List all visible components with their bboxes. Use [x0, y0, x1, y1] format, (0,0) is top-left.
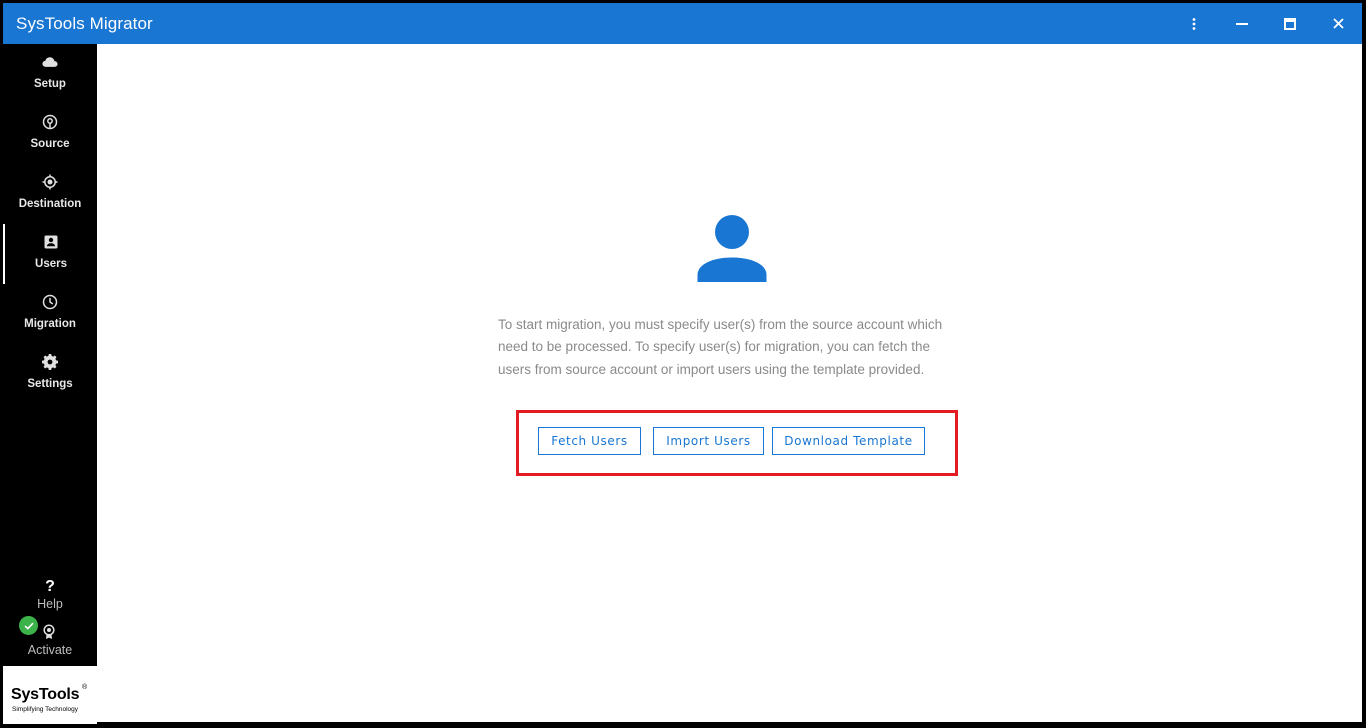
sidebar: Setup Source Destination Users Migration	[3, 44, 97, 724]
sidebar-item-users[interactable]: Users	[3, 224, 97, 284]
gear-icon	[42, 354, 58, 370]
help-label: Help	[37, 597, 63, 611]
maximize-button[interactable]	[1266, 3, 1314, 44]
users-icon	[43, 234, 59, 250]
download-template-button[interactable]: Download Template	[772, 427, 925, 455]
close-button[interactable]	[1314, 3, 1362, 44]
fetch-users-button[interactable]: Fetch Users	[538, 427, 641, 455]
sidebar-item-setup[interactable]: Setup	[3, 44, 97, 104]
maximize-icon	[1284, 17, 1296, 30]
sidebar-item-label: Migration	[24, 318, 76, 330]
main-content: To start migration, you must specify use…	[97, 44, 1362, 722]
app-title: SysTools Migrator	[16, 13, 153, 33]
help-icon: ?	[45, 578, 55, 595]
logo-brand: SysTools	[11, 686, 80, 703]
license-badge-icon	[42, 624, 56, 640]
sidebar-item-settings[interactable]: Settings	[3, 344, 97, 404]
sidebar-item-label: Settings	[27, 378, 73, 390]
import-users-button[interactable]: Import Users	[653, 427, 764, 455]
title-bar: SysTools Migrator	[3, 3, 1362, 44]
user-icon	[697, 215, 767, 282]
help-button[interactable]: ? Help	[3, 578, 97, 612]
clock-icon	[42, 294, 58, 310]
cloud-icon	[42, 54, 58, 70]
activate-label: Activate	[27, 643, 73, 657]
sidebar-item-destination[interactable]: Destination	[3, 164, 97, 224]
more-vert-icon	[1192, 17, 1196, 30]
activate-button[interactable]: Activate	[3, 616, 97, 661]
systools-logo: SysTools ® Simplifying Technology	[3, 666, 97, 724]
sidebar-item-source[interactable]: Source	[3, 104, 97, 164]
sidebar-item-label: Users	[35, 258, 67, 270]
source-icon	[42, 114, 58, 130]
app-window: SysTools Migrator Setup Source Destinati…	[0, 0, 1366, 728]
minimize-button[interactable]	[1218, 3, 1266, 44]
logo-registered-mark: ®	[82, 684, 88, 691]
sidebar-item-migration[interactable]: Migration	[3, 284, 97, 344]
window-controls	[1170, 3, 1362, 44]
more-button[interactable]	[1170, 3, 1218, 44]
sidebar-item-label: Source	[30, 138, 70, 150]
instructions-text: To start migration, you must specify use…	[498, 317, 943, 377]
sidebar-item-label: Destination	[18, 198, 82, 210]
close-icon	[1332, 18, 1344, 29]
logo-tagline: Simplifying Technology	[12, 706, 78, 713]
sidebar-item-label: Setup	[34, 78, 66, 90]
minimize-icon	[1236, 22, 1248, 25]
check-icon	[19, 616, 38, 635]
destination-icon	[42, 174, 58, 190]
